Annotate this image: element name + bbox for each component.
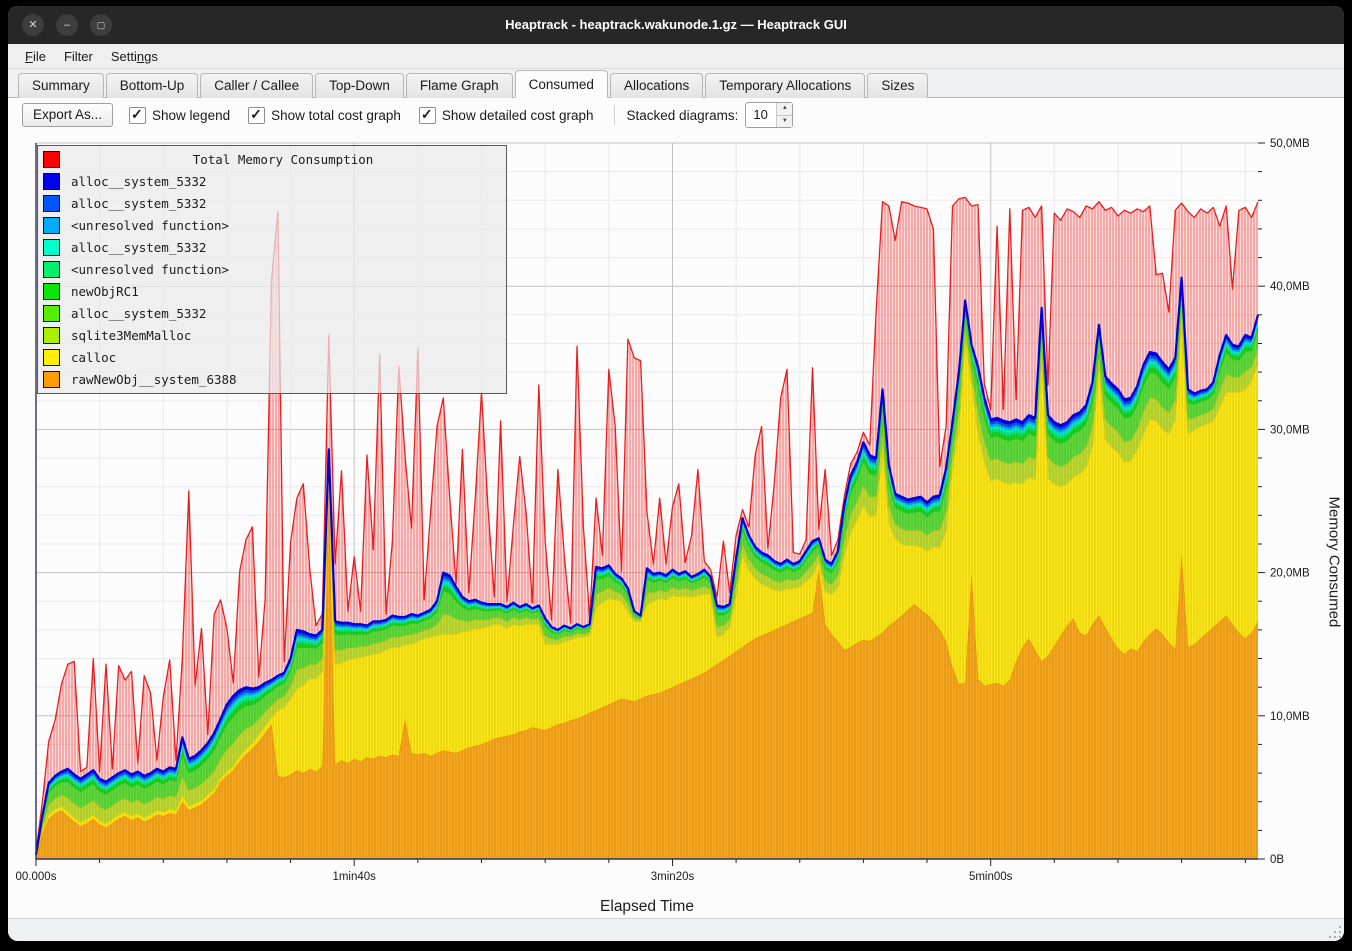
legend-item: newObjRC1 [38,280,506,302]
tab-bottom-up[interactable]: Bottom-Up [106,73,199,98]
title-bar[interactable]: ✕ – ▢ Heaptrack - heaptrack.wakunode.1.g… [8,6,1344,44]
svg-text:10,0MB: 10,0MB [1270,711,1310,723]
legend-item: sqlite3MemMalloc [38,324,506,346]
consumed-chart-area: 00.000s 1min40s 3min20s 5min00s 0B 10,0MB 20,0… [8,132,1344,918]
spinner-value: 10 [746,103,776,127]
legend-item: alloc__system_5332 [38,236,506,258]
legend-label: alloc__system_5332 [71,174,206,189]
checkbox-show-legend[interactable]: ✓ Show legend [129,107,230,124]
spinner-up-icon[interactable]: ▲ [777,103,792,116]
legend-label: newObjRC1 [71,284,139,299]
svg-text:0B: 0B [1270,854,1284,866]
legend-swatch [43,217,60,234]
svg-text:3min20s: 3min20s [651,871,695,883]
tab-top-down[interactable]: Top-Down [315,73,404,98]
legend-label: alloc__system_5332 [71,196,206,211]
checkbox-label: Show total cost graph [271,108,401,123]
svg-text:30,0MB: 30,0MB [1270,424,1310,436]
svg-text:40,0MB: 40,0MB [1270,281,1310,293]
application-window: ✕ – ▢ Heaptrack - heaptrack.wakunode.1.g… [8,6,1344,941]
legend-label: alloc__system_5332 [71,240,206,255]
legend-swatch [43,173,60,190]
checkbox-label: Show legend [152,108,230,123]
legend-item: alloc__system_5332 [38,302,506,324]
tab-sizes[interactable]: Sizes [867,73,928,98]
check-icon: ✓ [250,106,262,123]
legend-swatch [43,151,60,168]
tab-consumed[interactable]: Consumed [515,70,608,98]
legend-label: calloc [71,350,116,365]
spinner-down-icon[interactable]: ▼ [777,116,792,128]
check-icon: ✓ [421,106,433,123]
menu-item-filter[interactable]: Filter [55,47,102,66]
tab-bar: SummaryBottom-UpCaller / CalleeTop-DownF… [8,69,1344,98]
tab-summary[interactable]: Summary [18,73,104,98]
stacked-diagrams-spinner[interactable]: 10 ▲ ▼ [745,102,793,128]
checkbox-box[interactable]: ✓ [129,107,146,124]
legend-item: <unresolved function> [38,258,506,280]
tab-flame-graph[interactable]: Flame Graph [406,73,513,98]
svg-text:Elapsed Time: Elapsed Time [600,898,694,915]
window-title: Heaptrack - heaptrack.wakunode.1.gz — He… [8,6,1344,44]
legend-item: Total Memory Consumption [38,148,506,170]
legend-swatch [43,261,60,278]
legend-label: <unresolved function> [71,262,229,277]
svg-text:20,0MB: 20,0MB [1270,568,1310,580]
legend-swatch [43,371,60,388]
legend-label: alloc__system_5332 [71,306,206,321]
checkbox-box[interactable]: ✓ [248,107,265,124]
export-as-button[interactable]: Export As... [22,103,113,127]
legend-item: alloc__system_5332 [38,170,506,192]
svg-text:50,0MB: 50,0MB [1270,138,1310,150]
legend-label: <unresolved function> [71,218,229,233]
legend-item: calloc [38,346,506,368]
legend-swatch [43,327,60,344]
legend-swatch [43,195,60,212]
stacked-diagrams-label: Stacked diagrams: [627,108,739,123]
tab-temporary-allocations[interactable]: Temporary Allocations [705,73,865,98]
status-bar [8,918,1344,941]
tab-allocations[interactable]: Allocations [610,73,703,98]
chart-legend: Total Memory Consumption alloc__system_53… [37,145,507,394]
menu-item-settings[interactable]: Settings [102,47,167,66]
checkbox-show-total-cost-graph[interactable]: ✓ Show total cost graph [248,107,401,124]
resize-grip[interactable] [1329,926,1341,938]
legend-item: <unresolved function> [38,214,506,236]
menu-item-file[interactable]: File [16,47,55,66]
legend-label: rawNewObj__system_6388 [71,372,237,387]
legend-swatch [43,305,60,322]
legend-label: sqlite3MemMalloc [71,328,191,343]
menu-bar: FileFilterSettings [8,44,1344,69]
y-axis-title: Memory Consumed [1326,497,1343,513]
legend-label: Total Memory Consumption [60,152,506,167]
toolbar-separator [614,105,615,125]
checkbox-box[interactable]: ✓ [419,107,436,124]
svg-text:00.000s: 00.000s [16,871,57,883]
checkbox-show-detailed-cost-graph[interactable]: ✓ Show detailed cost graph [419,107,594,124]
legend-item: alloc__system_5332 [38,192,506,214]
legend-swatch [43,283,60,300]
checkbox-label: Show detailed cost graph [442,108,594,123]
legend-swatch [43,349,60,366]
check-icon: ✓ [131,106,143,123]
toolbar: Export As... ✓ Show legend ✓ Show total cos… [8,98,1344,132]
legend-item: rawNewObj__system_6388 [38,368,506,390]
svg-text:1min40s: 1min40s [332,871,376,883]
legend-swatch [43,239,60,256]
svg-text:5min00s: 5min00s [969,871,1013,883]
tab-caller-callee[interactable]: Caller / Callee [200,73,313,98]
